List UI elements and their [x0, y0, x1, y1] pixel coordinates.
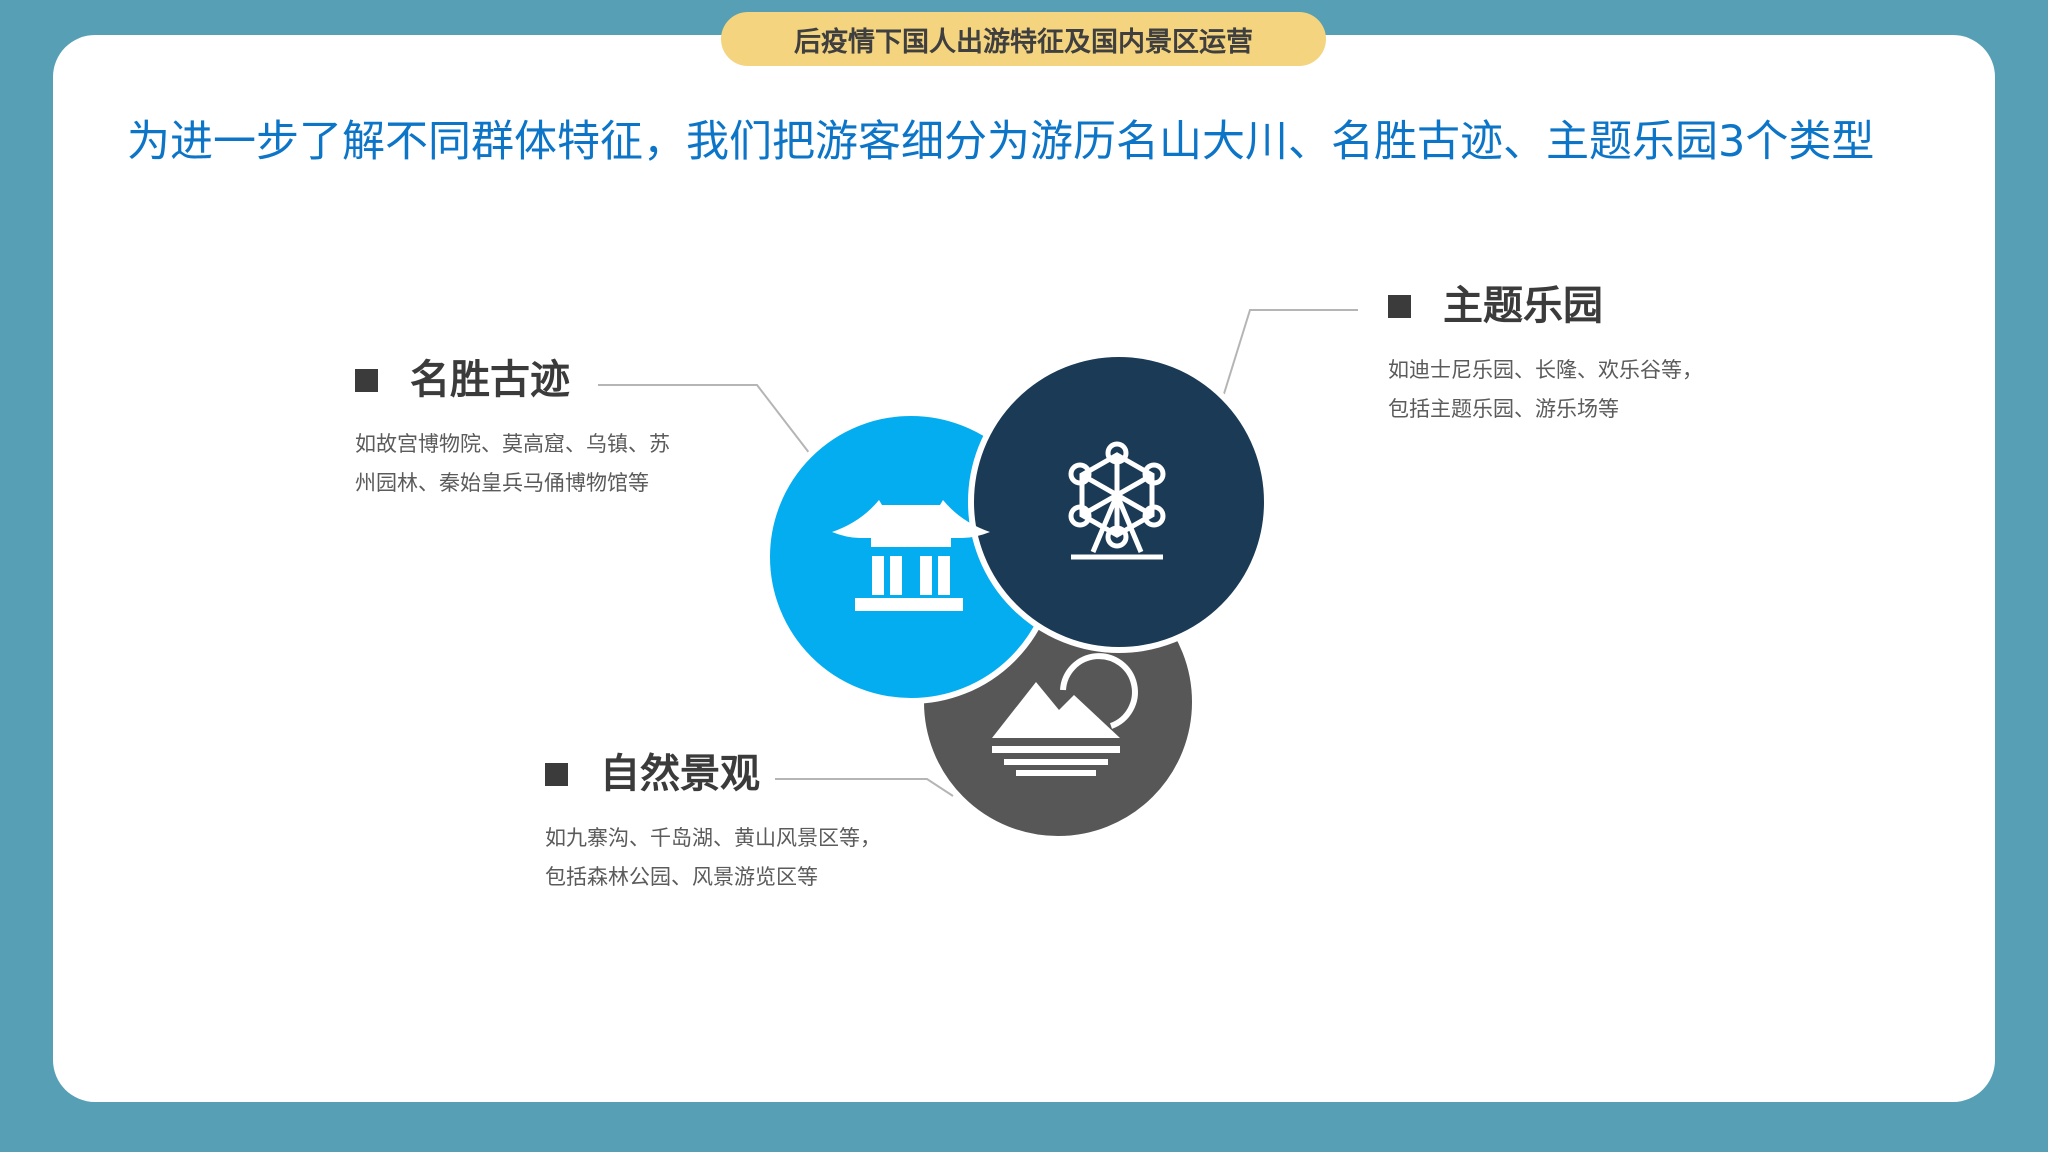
natural-scenery-title: 自然景观 — [600, 751, 760, 797]
natural-scenery-description: 如九寨沟、千岛湖、黄山风景区等， 包括森林公园、风景游览区等 — [545, 826, 881, 889]
theme-parks-title: 主题乐园 — [1443, 283, 1603, 329]
report-title-pill: 后疫情下国人出游特征及国内景区运营 — [721, 12, 1326, 66]
bullet-square-icon — [545, 762, 568, 786]
theme-parks-block: 主题乐园 如迪士尼乐园、长隆、欢乐谷等， 包括主题乐园、游乐场等 — [1388, 281, 1748, 429]
historic-sites-title: 名胜古迹 — [410, 357, 570, 403]
category-diagram — [598, 309, 1358, 842]
historic-sites-description: 如故宫博物院、莫高窟、乌镇、苏 州园林、秦始皇兵马俑博物馆等 — [355, 432, 670, 495]
connector-line-theme-parks — [1222, 309, 1358, 398]
natural-scenery-block: 自然景观 如九寨沟、千岛湖、黄山风景区等， 包括森林公园、风景游览区等 — [545, 749, 905, 897]
page-headline: 为进一步了解不同群体特征，我们把游客细分为游历名山大川、名胜古迹、主题乐园3个类… — [127, 117, 1875, 167]
bullet-square-icon — [355, 368, 378, 392]
historic-sites-block: 名胜古迹 如故宫博物院、莫高窟、乌镇、苏 州园林、秦始皇兵马俑博物馆等 — [355, 355, 695, 503]
theme-parks-description: 如迪士尼乐园、长隆、欢乐谷等， 包括主题乐园、游乐场等 — [1388, 358, 1703, 421]
bullet-square-icon — [1388, 294, 1411, 318]
